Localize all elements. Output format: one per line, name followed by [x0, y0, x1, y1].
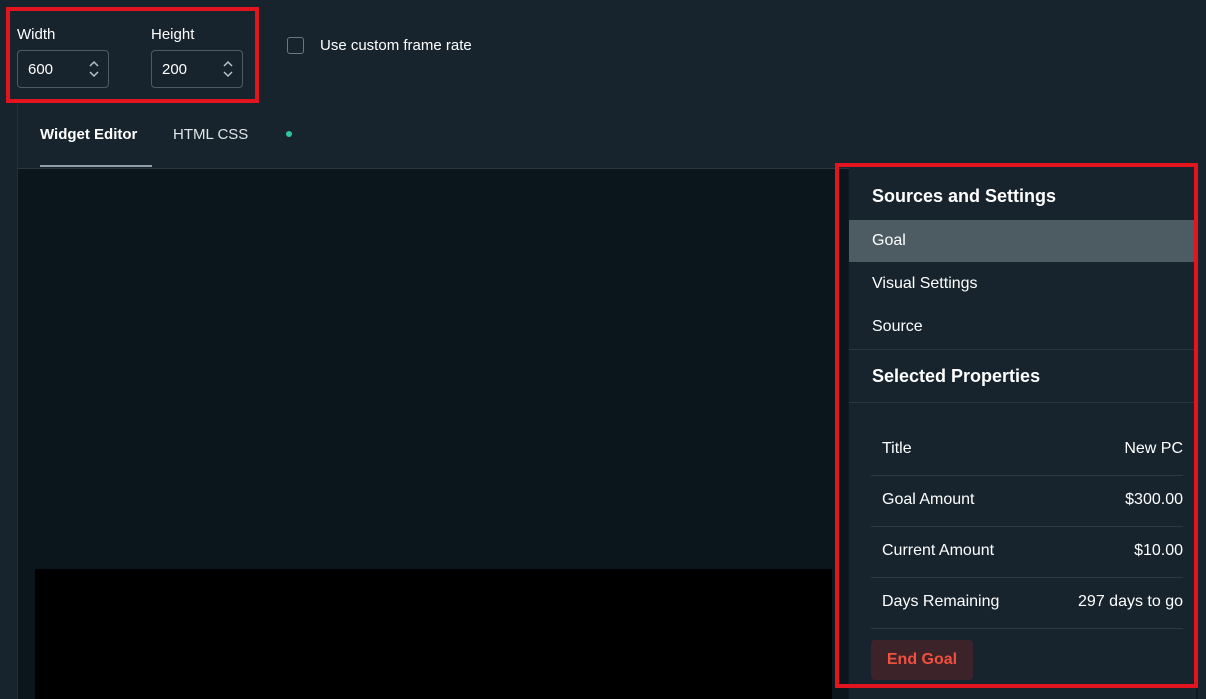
- selected-properties-title: Selected Properties: [872, 366, 1041, 386]
- nav-item-label: Goal: [872, 232, 906, 249]
- sources-settings-title: Sources and Settings: [872, 186, 1057, 206]
- widget-canvas[interactable]: [18, 169, 848, 699]
- editor-tabs: Widget Editor HTML CSS: [18, 104, 1198, 169]
- panel-divider: [849, 402, 1196, 403]
- sources-settings-panel: Sources and Settings Goal Visual Setting…: [849, 168, 1196, 699]
- tab-widget-editor[interactable]: Widget Editor: [40, 126, 137, 143]
- height-stepper-icon[interactable]: [222, 57, 234, 81]
- property-key: Goal Amount: [882, 491, 975, 508]
- active-tab-indicator: [40, 165, 152, 167]
- tab-html-css[interactable]: HTML CSS: [173, 126, 248, 143]
- widget-preview: [35, 569, 832, 699]
- nav-item-visual-settings[interactable]: Visual Settings: [849, 263, 1196, 305]
- property-value: 297 days to go: [1078, 593, 1183, 610]
- nav-item-label: Source: [872, 318, 923, 335]
- width-stepper-icon[interactable]: [88, 57, 100, 81]
- height-input[interactable]: 200: [151, 50, 243, 88]
- custom-frame-rate-label: Use custom frame rate: [320, 37, 472, 54]
- panel-divider: [849, 349, 1196, 350]
- nav-item-goal[interactable]: Goal: [849, 220, 1196, 262]
- height-value: 200: [162, 61, 188, 78]
- property-key: Current Amount: [882, 542, 995, 559]
- property-key: Days Remaining: [882, 593, 1000, 610]
- property-value: $10.00: [1134, 542, 1183, 559]
- frame-settings-bar: Width 600 Height 200 Use custom frame ra…: [0, 0, 1206, 104]
- nav-item-source[interactable]: Source: [849, 306, 1196, 348]
- height-label: Height: [151, 26, 195, 43]
- width-value: 600: [28, 61, 54, 78]
- custom-frame-rate-checkbox[interactable]: [287, 37, 304, 54]
- width-input[interactable]: 600: [17, 50, 109, 88]
- property-value: $300.00: [1125, 491, 1183, 508]
- nav-item-label: Visual Settings: [872, 275, 978, 292]
- property-row-title: Title New PC: [871, 424, 1183, 476]
- width-label: Width: [17, 26, 56, 43]
- property-value: New PC: [1124, 440, 1183, 457]
- end-goal-button[interactable]: End Goal: [871, 640, 973, 680]
- property-row-days-remaining: Days Remaining 297 days to go: [871, 577, 1183, 629]
- property-row-goal-amount: Goal Amount $300.00: [871, 475, 1183, 527]
- status-dot-icon: [286, 131, 292, 137]
- property-row-current-amount: Current Amount $10.00: [871, 526, 1183, 578]
- property-key: Title: [882, 440, 912, 457]
